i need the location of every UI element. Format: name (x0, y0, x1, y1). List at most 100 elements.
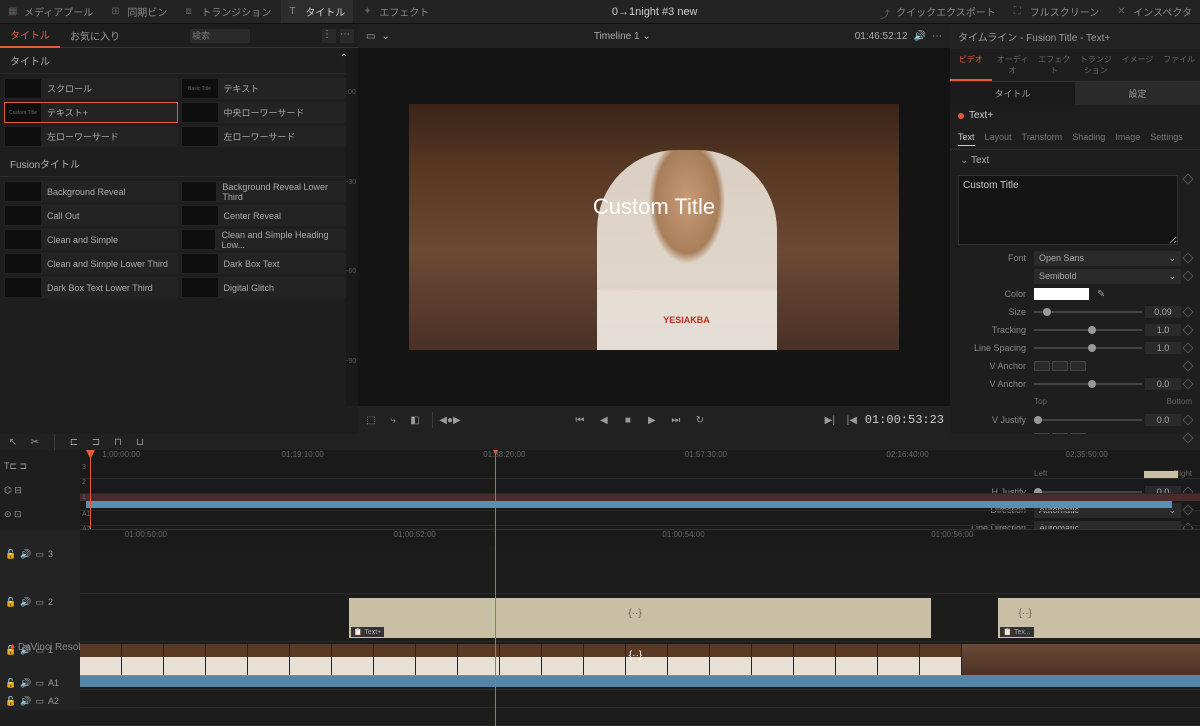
font-select[interactable]: Open Sans⌄ (1034, 251, 1181, 266)
fusion-center-reveal[interactable]: Center Reveal (181, 205, 355, 226)
tl-tool-replace[interactable]: ⊓ (111, 435, 125, 449)
eyedropper-icon[interactable]: ✎ (1097, 289, 1105, 300)
step-back[interactable]: ◀ (597, 413, 611, 427)
tl-tool-overwrite[interactable]: ⊐ (89, 435, 103, 449)
inspector-toggle[interactable]: ✕インスペクタ (1109, 0, 1200, 23)
subtab-title[interactable]: タイトル (950, 82, 1075, 105)
title-item-scroll[interactable]: スクロール (4, 78, 178, 99)
title-item-basic[interactable]: Basic Titleテキスト (181, 78, 355, 99)
panel-tool-expand[interactable]: ⋮ (322, 29, 336, 43)
track-head-a2[interactable]: 🔓🔊▭A2 (0, 692, 80, 710)
next-clip[interactable]: ⏭ (669, 413, 683, 427)
color-swatch[interactable] (1034, 288, 1089, 300)
linespacing-value[interactable]: 1.0 (1145, 342, 1181, 354)
prop-tab-shading[interactable]: Shading (1072, 129, 1105, 146)
title-item-text-plus[interactable]: Custom Titleテキスト+ (4, 102, 178, 123)
prev-clip[interactable]: ⏮ (573, 413, 587, 427)
prop-tab-layout[interactable]: Layout (985, 129, 1012, 146)
play[interactable]: ▶ (645, 413, 659, 427)
title-item-left-lower2[interactable]: 左ローワーサード (181, 126, 355, 147)
fusion-bg-reveal-lt[interactable]: Background Reveal Lower Third (181, 181, 355, 202)
trans-tool2[interactable]: ⤷ (386, 413, 400, 427)
tl-tool-arrow[interactable]: ↖ (6, 435, 20, 449)
clip-text-plus[interactable]: {··} 📋 Text+ (349, 598, 931, 638)
tab-titles[interactable]: Tタイトル (281, 0, 353, 23)
tab-media-pool[interactable]: ▦メディアプール (0, 0, 101, 23)
vjustify-slider[interactable] (1034, 419, 1142, 421)
timeline-tracks[interactable]: 1:00:00:00 01:19:10:00 01:38:20:00 01:57… (80, 450, 1200, 726)
playhead[interactable] (495, 450, 496, 726)
text-section-header[interactable]: Text (950, 150, 1200, 171)
mark-in[interactable]: ◀●▶ (443, 413, 457, 427)
mini-timeline[interactable]: 1:00:00:00 01:19:10:00 01:38:20:00 01:57… (80, 450, 1200, 530)
kf-va2[interactable] (1182, 378, 1193, 389)
tl-side-tool1[interactable]: T⊏ ⊐ (4, 461, 76, 472)
track-head-a1[interactable]: 🔓🔊▭A1 (0, 674, 80, 692)
kf-font[interactable] (1182, 252, 1193, 263)
viewer-canvas[interactable]: :00-30-60-90 YESIAKBA Custom Title (358, 48, 950, 406)
tl-tool-cut[interactable]: ✂ (28, 435, 42, 449)
subtab-settings[interactable]: 設定 (1075, 82, 1200, 105)
clip-video-main[interactable]: {··} (80, 644, 1200, 676)
tab-effects[interactable]: ✦エフェクト (355, 0, 437, 23)
lock-icon[interactable]: 🔓 (5, 549, 16, 560)
prop-tab-image[interactable]: Image (1115, 129, 1140, 146)
fusion-darkbox[interactable]: Dark Box Text (181, 253, 355, 274)
tracking-slider[interactable] (1034, 329, 1142, 331)
insp-tab-audio[interactable]: オーディオ (992, 49, 1034, 81)
timeline-name[interactable]: Timeline 1 (594, 31, 640, 42)
font-weight-select[interactable]: Semibold⌄ (1034, 269, 1181, 284)
panel-tab-titles[interactable]: タイトル (0, 23, 60, 48)
trans-tool3[interactable]: ◧ (408, 413, 422, 427)
panel-tab-favorites[interactable]: お気に入り (60, 24, 130, 47)
vanchor-value[interactable]: 0.0 (1145, 378, 1181, 390)
fusion-clean-heading[interactable]: Clean and Simple Heading Low... (181, 229, 355, 250)
mini-playhead[interactable] (90, 450, 91, 529)
kf-weight[interactable] (1182, 270, 1193, 281)
kf-ls[interactable] (1182, 342, 1193, 353)
tracking-value[interactable]: 1.0 (1145, 324, 1181, 336)
fusion-clean-lt[interactable]: Clean and Simple Lower Third (4, 253, 178, 274)
track-head-v3[interactable]: 🔓🔊▭3 (0, 530, 80, 578)
kf-va[interactable] (1182, 360, 1193, 371)
linespacing-slider[interactable] (1034, 347, 1142, 349)
go-end[interactable]: ▶| (823, 413, 837, 427)
prop-tab-text[interactable]: Text (958, 129, 975, 146)
tl-side-tool2[interactable]: ⌬ ⊟ (4, 485, 76, 496)
stop[interactable]: ■ (621, 413, 635, 427)
text-value-input[interactable] (958, 175, 1178, 245)
tab-sync-bin[interactable]: ⊞同期ビン (103, 0, 175, 23)
go-start[interactable]: |◀ (845, 413, 859, 427)
tl-tool-insert[interactable]: ⊏ (67, 435, 81, 449)
prop-tab-settings[interactable]: Settings (1150, 129, 1183, 146)
tl-side-tool3[interactable]: ⊙ ⊡ (4, 509, 76, 520)
track-head-v2[interactable]: 🔓🔊▭2 (0, 578, 80, 626)
kf-vj[interactable] (1182, 414, 1193, 425)
viewer-timecode[interactable]: 01:00:53:23 (865, 413, 944, 427)
zoom-indicator[interactable]: ▭ (366, 31, 375, 42)
vanchor-slider[interactable] (1034, 383, 1142, 385)
size-slider[interactable] (1034, 311, 1142, 313)
fusion-clean-simple[interactable]: Clean and Simple (4, 229, 178, 250)
insp-tab-video[interactable]: ビデオ (950, 49, 992, 81)
fullscreen[interactable]: ⛶フルスクリーン (1006, 0, 1108, 23)
fusion-darkbox-lt[interactable]: Dark Box Text Lower Third (4, 277, 178, 298)
insp-tab-trans[interactable]: トランジション (1075, 49, 1117, 81)
fusion-glitch[interactable]: Digital Glitch (181, 277, 355, 298)
insp-tab-effects[interactable]: エフェクト (1033, 49, 1075, 81)
tl-tool-fit[interactable]: ⊔ (133, 435, 147, 449)
insp-tab-file[interactable]: ファイル (1158, 49, 1200, 81)
insp-tab-image[interactable]: イメージ (1117, 49, 1159, 81)
vjustify-value[interactable]: 0.0 (1145, 414, 1181, 426)
size-value[interactable]: 0.09 (1145, 306, 1181, 318)
title-item-left-lower[interactable]: 左ローワーサード (4, 126, 178, 147)
title-item-center-lower[interactable]: 中央ローワーサード (181, 102, 355, 123)
kf-tracking[interactable] (1182, 324, 1193, 335)
quick-export[interactable]: ⤴クイックエクスポート (872, 0, 1004, 23)
trans-tool1[interactable]: ⬚ (364, 413, 378, 427)
clip-text-2[interactable]: {··} 📋 Tex... (998, 598, 1200, 638)
kf-size[interactable] (1182, 306, 1193, 317)
fusion-callout[interactable]: Call Out (4, 205, 178, 226)
search-input[interactable] (190, 29, 250, 43)
vanchor-boxes[interactable] (1034, 361, 1086, 371)
